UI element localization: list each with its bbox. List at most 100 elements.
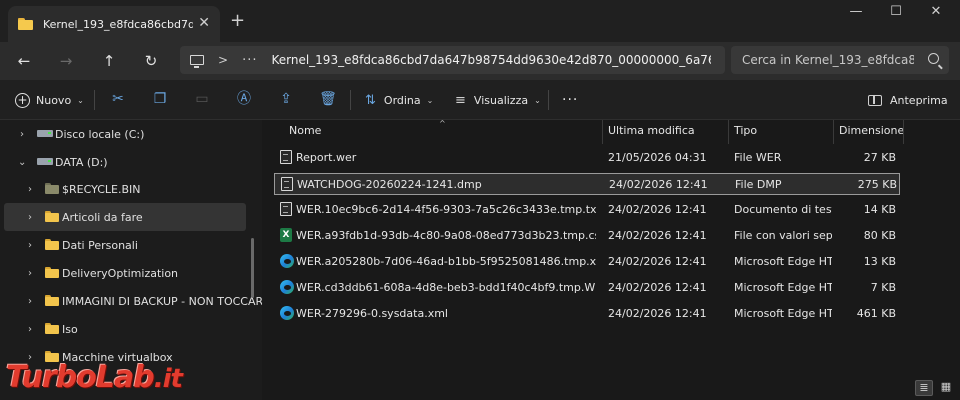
- tab-active[interactable]: Kernel_193_e8fdca86cbd7da64 ✕: [8, 6, 220, 42]
- tree-item-label: $RECYCLE.BIN: [62, 182, 141, 196]
- folder-icon: [45, 183, 59, 194]
- chevron-down-icon: ⌄: [534, 95, 541, 105]
- tree-item-delivery[interactable]: › DeliveryOptimization: [4, 259, 246, 287]
- share-icon[interactable]: ⇪: [277, 90, 295, 108]
- column-divider[interactable]: [602, 120, 603, 144]
- file-type: Microsoft Edge HT...: [734, 307, 832, 320]
- view-list-icon: ≡: [455, 92, 466, 108]
- computer-icon: [190, 55, 204, 68]
- folder-icon: [45, 323, 59, 334]
- title-bar: Kernel_193_e8fdca86cbd7da64 ✕ + — ☐ ✕: [0, 0, 960, 42]
- column-header-modified[interactable]: Ultima modifica: [608, 120, 695, 144]
- maximize-button[interactable]: ☐: [876, 4, 916, 24]
- file-row[interactable]: WER-279296-0.sysdata.xml 24/02/2026 12:4…: [274, 303, 900, 325]
- column-header-name[interactable]: Nome: [289, 120, 321, 144]
- file-name: WER.cd3ddb61-608a-4d8e-beb3-bdd1f40c4bf9…: [296, 281, 596, 294]
- column-divider[interactable]: [903, 120, 904, 144]
- minimize-button[interactable]: —: [836, 4, 876, 24]
- chevron-down-icon: ⌄: [77, 95, 84, 105]
- address-bar[interactable]: > ··· Kernel_193_e8fdca86cbd7da647b98754…: [180, 46, 725, 74]
- column-header-type[interactable]: Tipo: [734, 120, 757, 144]
- file-row[interactable]: WER.a205280b-7d06-46ad-b1bb-5f9525081486…: [274, 251, 900, 273]
- watermark-logo: TurboLab.it: [6, 360, 183, 395]
- tiles-view-button[interactable]: ▦: [937, 380, 955, 396]
- file-type: File WER: [734, 151, 782, 164]
- tree-item-drive-c[interactable]: › Disco locale (C:): [4, 120, 246, 148]
- tree-item-label: DeliveryOptimization: [62, 266, 179, 280]
- chevron-right-icon[interactable]: ›: [28, 296, 32, 307]
- file-type: Microsoft Edge HT...: [734, 281, 832, 294]
- file-row[interactable]: WER.cd3ddb61-608a-4d8e-beb3-bdd1f40c4bf9…: [274, 277, 900, 299]
- close-button[interactable]: ✕: [916, 4, 956, 24]
- copy-icon[interactable]: ❐: [151, 90, 169, 108]
- preview-pane-button[interactable]: Anteprima: [868, 88, 948, 112]
- drive-icon: [37, 158, 53, 165]
- tree-item-recycle-bin[interactable]: › $RECYCLE.BIN: [4, 175, 246, 203]
- more-options-button[interactable]: ···: [562, 88, 578, 112]
- chevron-down-icon[interactable]: ⌄: [18, 157, 26, 168]
- file-type: Microsoft Edge HT...: [734, 255, 832, 268]
- sort-button[interactable]: ⇅ Ordina ⌄: [365, 88, 433, 112]
- file-size: 13 KB: [863, 255, 896, 268]
- tree-item-drive-d[interactable]: ⌄ DATA (D:): [4, 148, 246, 176]
- new-button[interactable]: + Nuovo ⌄: [15, 88, 84, 112]
- column-divider[interactable]: [728, 120, 729, 144]
- tree-item-backup[interactable]: › IMMAGINI DI BACKUP - NON TOCCARE: [4, 287, 270, 315]
- folder-icon: [45, 239, 59, 250]
- back-arrow-icon[interactable]: ←: [10, 48, 38, 74]
- tree-item-articoli[interactable]: › Articoli da fare: [4, 203, 246, 231]
- file-row[interactable]: WER.10ec9bc6-2d14-4f56-9303-7a5c26c3433e…: [274, 199, 900, 221]
- view-button[interactable]: ≡ Visualizza ⌄: [455, 88, 541, 112]
- file-list: ^ Nome Ultima modifica Tipo Dimensione R…: [262, 119, 960, 400]
- refresh-icon[interactable]: ↻: [137, 48, 165, 74]
- chevron-right-icon[interactable]: ›: [28, 240, 32, 251]
- file-name: WER.10ec9bc6-2d14-4f56-9303-7a5c26c3433e…: [296, 203, 596, 216]
- breadcrumb-path[interactable]: Kernel_193_e8fdca86cbd7da647b98754dd9630…: [271, 53, 711, 67]
- folder-icon: [18, 18, 33, 30]
- chevron-right-icon[interactable]: ›: [28, 212, 32, 223]
- file-modified: 24/02/2026 12:41: [608, 229, 707, 242]
- rename-icon[interactable]: Ⓐ: [235, 90, 253, 108]
- search-input[interactable]: Cerca in Kernel_193_e8fdca86cb: [731, 46, 949, 74]
- details-view-button[interactable]: ≣: [915, 380, 933, 396]
- up-arrow-icon[interactable]: ↑: [95, 48, 123, 74]
- chevron-right-icon[interactable]: ›: [28, 324, 32, 335]
- file-type: Documento di testo: [734, 203, 832, 216]
- document-icon: [280, 202, 292, 216]
- file-modified: 24/02/2026 12:41: [609, 178, 708, 191]
- tab-close-button[interactable]: ✕: [198, 15, 210, 31]
- tree-item-label: Articoli da fare: [62, 210, 143, 224]
- tree-item-dati-personali[interactable]: › Dati Personali: [4, 231, 246, 259]
- chevron-right-icon[interactable]: ›: [28, 268, 32, 279]
- sidebar-scrollbar[interactable]: [251, 238, 254, 298]
- watermark-text: .it: [153, 364, 183, 394]
- paste-icon[interactable]: ▭: [193, 90, 211, 108]
- tree-item-iso[interactable]: › Iso: [4, 315, 246, 343]
- watermark-text: Turbo: [6, 360, 97, 395]
- document-icon: [280, 150, 292, 164]
- file-modified: 24/02/2026 12:41: [608, 281, 707, 294]
- file-modified: 24/02/2026 12:41: [608, 255, 707, 268]
- breadcrumb-more[interactable]: ···: [242, 53, 257, 68]
- chevron-right-icon[interactable]: ›: [20, 129, 24, 140]
- forward-arrow-icon[interactable]: →: [52, 48, 80, 74]
- file-size: 275 KB: [857, 178, 897, 191]
- delete-icon[interactable]: 🗑: [319, 90, 337, 108]
- drive-icon: [37, 130, 53, 137]
- cut-icon[interactable]: ✂: [109, 90, 127, 108]
- breadcrumb-separator[interactable]: >: [218, 53, 228, 67]
- file-modified: 24/02/2026 12:41: [608, 307, 707, 320]
- navigation-pane: › Disco locale (C:) ⌄ DATA (D:) › $RECYC…: [0, 120, 270, 400]
- file-row[interactable]: Report.wer 21/05/2026 04:31 File WER 27 …: [274, 147, 900, 169]
- file-row[interactable]: X WER.a93fdb1d-93db-4c80-9a08-08ed773d3b…: [274, 225, 900, 247]
- search-icon: [928, 53, 939, 64]
- tree-item-label: Iso: [62, 322, 78, 336]
- chevron-right-icon[interactable]: ›: [28, 184, 32, 195]
- file-size: 461 KB: [856, 307, 896, 320]
- sort-caret-icon: ^: [439, 119, 446, 128]
- column-header-size[interactable]: Dimensione: [839, 120, 904, 144]
- new-tab-button[interactable]: +: [230, 10, 245, 31]
- file-row-selected[interactable]: WATCHDOG-20260224-1241.dmp 24/02/2026 12…: [274, 173, 900, 195]
- column-divider[interactable]: [833, 120, 834, 144]
- divider: [548, 90, 549, 110]
